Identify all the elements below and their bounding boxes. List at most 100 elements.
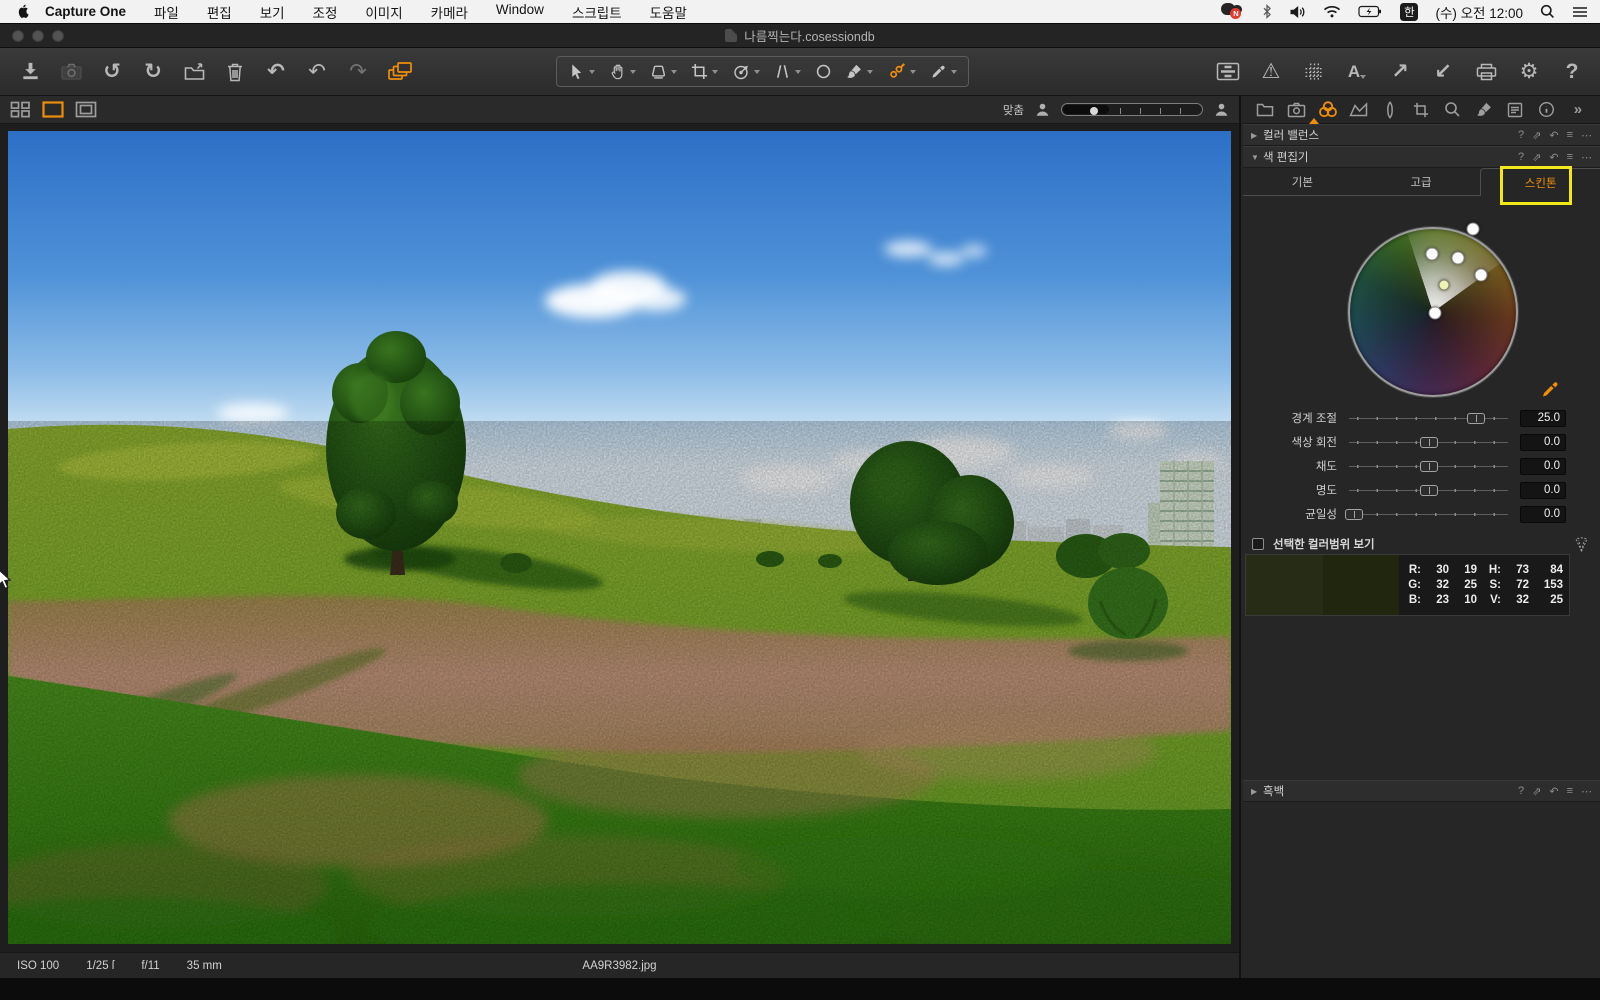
import-capture-button[interactable]: ↙ [1431, 57, 1455, 87]
library-tab-icon[interactable] [1252, 97, 1278, 123]
exposure-warning-button[interactable]: ⚠ [1259, 57, 1283, 87]
minimize-button[interactable] [32, 30, 44, 42]
smoothness-slider[interactable] [1349, 412, 1508, 425]
panel-help-icon[interactable]: ? [1518, 785, 1524, 798]
hue-rotation-slider[interactable] [1349, 436, 1508, 449]
import-images-button[interactable] [18, 57, 42, 87]
range-handle-3[interactable] [1475, 269, 1488, 282]
undo-button[interactable]: ↶ [305, 57, 329, 87]
range-handle-2[interactable] [1452, 252, 1465, 265]
menu-camera[interactable]: 카메라 [431, 2, 468, 22]
spotlight-search-icon[interactable] [1540, 4, 1555, 19]
slider-thumb[interactable] [1467, 413, 1485, 424]
panel-more-icon[interactable]: ⋯ [1581, 129, 1592, 142]
color-editor-panel-header[interactable]: ▼ 색 편집기 ? ⇗ ↶ ≡ ⋯ [1243, 146, 1600, 168]
select-tool[interactable] [561, 57, 602, 86]
input-source-korean[interactable]: 한 [1400, 3, 1418, 21]
notification-center-icon[interactable] [1572, 6, 1588, 18]
viewer-layout-button[interactable] [1216, 57, 1240, 87]
collapse-arrow-icon[interactable]: ▶ [1251, 787, 1263, 796]
slider-value-field[interactable]: 0.0 [1520, 458, 1566, 475]
menu-image[interactable]: 이미지 [365, 2, 402, 22]
panel-copy-icon[interactable]: ⇗ [1532, 129, 1541, 142]
skin-tone-color-wheel[interactable] [1348, 227, 1518, 397]
panel-presets-icon[interactable]: ≡ [1567, 151, 1573, 164]
slider-value-field[interactable]: 25.0 [1520, 410, 1566, 427]
rotate-ccw-button[interactable]: ↺ [100, 57, 124, 87]
rotate-straighten-tool[interactable] [725, 57, 767, 86]
tab-basic[interactable]: 기본 [1243, 168, 1362, 196]
tab-advanced[interactable]: 고급 [1362, 168, 1481, 196]
revert-button[interactable]: ↶ [264, 57, 288, 87]
panel-more-icon[interactable]: ⋯ [1581, 151, 1592, 164]
copy-adjustments-button[interactable] [387, 57, 415, 87]
zoom-slider-knob[interactable] [1090, 107, 1098, 115]
panel-more-icon[interactable]: ⋯ [1581, 785, 1592, 798]
adjustments-clipboard-tab-icon[interactable] [1502, 97, 1528, 123]
annotation-button[interactable]: A [1345, 57, 1369, 87]
zoom-fit-label[interactable]: 맞춤 [1003, 102, 1024, 118]
black-and-white-panel-header[interactable]: ▶ 흑백 ? ⇗ ↶ ≡ ⋯ [1243, 780, 1600, 802]
slider-value-field[interactable]: 0.0 [1520, 506, 1566, 523]
battery-icon[interactable] [1358, 5, 1383, 18]
panel-reset-icon[interactable]: ↶ [1549, 151, 1558, 164]
details-tab-icon[interactable] [1440, 97, 1466, 123]
menu-scripts[interactable]: 스크립트 [572, 2, 622, 22]
lens-tab-icon[interactable] [1377, 97, 1403, 123]
uniformity-slider[interactable] [1349, 508, 1508, 521]
preferences-gear-button[interactable]: ⚙ [1517, 57, 1541, 87]
crop-tab-icon[interactable] [1408, 97, 1434, 123]
grid-button[interactable] [1302, 57, 1326, 87]
panel-reset-icon[interactable]: ↶ [1549, 785, 1558, 798]
menu-file[interactable]: 파일 [154, 2, 179, 22]
slider-value-field[interactable]: 0.0 [1520, 434, 1566, 451]
print-button[interactable] [1474, 57, 1498, 87]
collapse-arrow-icon[interactable]: ▶ [1251, 131, 1263, 140]
spot-removal-tool[interactable] [808, 57, 839, 86]
slider-value-field[interactable]: 0.0 [1520, 482, 1566, 499]
expand-arrow-icon[interactable]: ▼ [1251, 153, 1263, 162]
menu-view[interactable]: 보기 [260, 2, 285, 22]
pan-hand-tool[interactable] [602, 57, 643, 86]
zoom-slider[interactable] [1061, 103, 1203, 116]
loupe-tool[interactable] [643, 57, 684, 86]
panel-help-icon[interactable]: ? [1518, 151, 1524, 164]
slider-thumb[interactable] [1420, 437, 1438, 448]
draw-mask-brush-tool[interactable] [839, 57, 880, 86]
multi-view-button[interactable] [10, 101, 31, 118]
photo-image[interactable] [8, 131, 1231, 944]
slider-thumb[interactable] [1420, 461, 1438, 472]
panel-presets-icon[interactable]: ≡ [1567, 129, 1573, 142]
rotate-cw-button[interactable]: ↻ [141, 57, 165, 87]
menu-app-name[interactable]: Capture One [45, 4, 126, 19]
panel-reset-icon[interactable]: ↶ [1549, 129, 1558, 142]
proof-view-button[interactable] [75, 101, 97, 118]
wedge-apex-handle[interactable] [1429, 307, 1442, 320]
capture-camera-button[interactable] [59, 57, 83, 87]
redo-button[interactable]: ↷ [346, 57, 370, 87]
lightness-slider[interactable] [1349, 484, 1508, 497]
slider-thumb[interactable] [1420, 485, 1438, 496]
crop-tool[interactable] [684, 57, 725, 86]
wifi-icon[interactable] [1323, 5, 1341, 18]
metadata-info-tab-icon[interactable] [1534, 97, 1560, 123]
keystone-tool[interactable] [767, 57, 808, 86]
saturation-slider[interactable] [1349, 460, 1508, 473]
more-tools-overflow[interactable]: » [1565, 97, 1591, 123]
menubar-clock[interactable]: (수) 오전 12:00 [1435, 2, 1523, 22]
zoom-button[interactable] [52, 30, 64, 42]
panel-copy-icon[interactable]: ⇗ [1532, 151, 1541, 164]
export-originals-button[interactable] [182, 57, 206, 87]
range-handle-outer[interactable] [1467, 223, 1480, 236]
export-button[interactable]: ↗ [1388, 57, 1412, 87]
volume-icon[interactable] [1289, 5, 1306, 19]
capture-tab-icon[interactable] [1283, 97, 1309, 123]
single-view-button[interactable] [42, 101, 64, 118]
view-selected-range-checkbox[interactable] [1252, 538, 1264, 550]
slider-thumb[interactable] [1345, 509, 1363, 520]
bluetooth-icon[interactable] [1262, 4, 1272, 19]
panel-help-icon[interactable]: ? [1518, 129, 1524, 142]
range-handle-1[interactable] [1426, 248, 1439, 261]
color-balance-panel-header[interactable]: ▶ 컬러 밸런스 ? ⇗ ↶ ≡ ⋯ [1243, 124, 1600, 146]
panel-presets-icon[interactable]: ≡ [1567, 785, 1573, 798]
